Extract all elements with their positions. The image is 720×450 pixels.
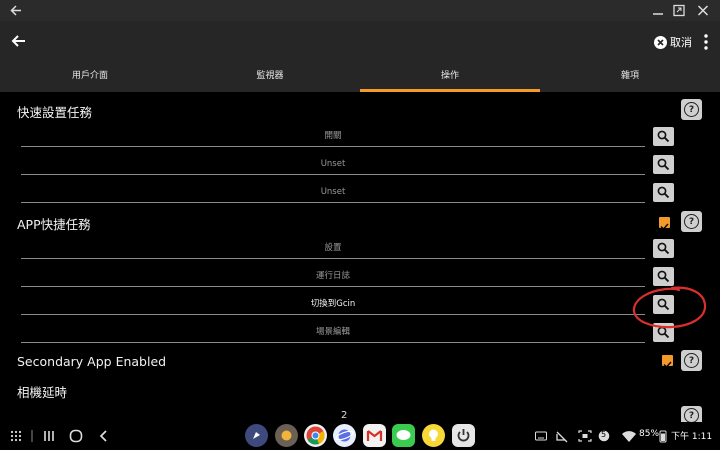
lightbulb-icon[interactable] <box>422 424 445 447</box>
cancel-button[interactable]: 取消 <box>654 33 692 51</box>
sun-app-icon[interactable] <box>275 424 298 447</box>
camera-delay-help-button[interactable]: ? <box>681 406 702 423</box>
tab-monitor[interactable]: 監視器 <box>180 63 360 92</box>
wifi-icon <box>622 431 636 442</box>
more-options-icon[interactable] <box>700 32 712 52</box>
secondary-app-label: Secondary App Enabled <box>17 354 167 369</box>
compass-app-icon[interactable] <box>245 424 268 447</box>
search-icon <box>657 242 670 255</box>
quick-task-2-search-button[interactable] <box>653 155 674 174</box>
app-shortcut-tasks-help-button[interactable]: ? <box>681 211 702 232</box>
help-icon: ? <box>684 102 699 117</box>
search-icon <box>657 326 670 339</box>
checkmark-icon <box>660 223 669 231</box>
back-arrow-icon[interactable] <box>8 30 30 52</box>
secondary-app-help-button[interactable]: ? <box>681 350 702 371</box>
gmail-icon[interactable] <box>363 424 386 447</box>
search-icon <box>657 130 670 143</box>
quick-task-3[interactable]: Unset <box>21 185 645 203</box>
divider-icon <box>31 430 33 442</box>
quick-tasks-help-button[interactable]: ? <box>681 99 702 120</box>
notification-count: 5 <box>601 430 607 439</box>
maximize-icon[interactable] <box>670 2 688 19</box>
minimize-icon[interactable] <box>649 2 667 19</box>
search-icon <box>657 158 670 171</box>
home-icon[interactable] <box>69 426 83 446</box>
battery-percentage: 85% <box>639 429 660 439</box>
app-task-4[interactable]: 場景編輯 <box>21 325 645 343</box>
clock: 下午 1:11 <box>671 432 713 442</box>
search-icon <box>657 186 670 199</box>
app-task-3[interactable]: 切換到Gcin <box>21 297 645 315</box>
system-navigation-bar: 5 85% 下午 1:11 <box>0 422 720 450</box>
help-icon: ? <box>684 408 699 423</box>
back-icon[interactable] <box>98 426 110 446</box>
tab-misc[interactable]: 雜項 <box>540 63 720 92</box>
planet-app-icon[interactable] <box>333 424 356 447</box>
chrome-icon[interactable] <box>304 424 327 447</box>
close-window-icon[interactable] <box>694 2 712 19</box>
app-drawer-icon[interactable] <box>9 426 23 446</box>
help-icon: ? <box>684 214 699 229</box>
line-icon[interactable] <box>392 424 415 447</box>
quick-tasks-title: 快速設置任務 <box>17 105 93 120</box>
app-task-2-search-button[interactable] <box>653 267 674 286</box>
app-bar: 取消 <box>0 21 720 63</box>
app-shortcut-tasks-checkbox[interactable] <box>659 217 670 231</box>
power-app-icon[interactable] <box>452 424 475 447</box>
recent-apps-icon[interactable] <box>42 426 56 446</box>
window-title-bar <box>0 0 720 21</box>
cancel-label: 取消 <box>670 36 692 49</box>
tab-actions[interactable]: 操作 <box>360 63 540 92</box>
quick-task-1-search-button[interactable] <box>653 127 674 146</box>
battery-icon <box>659 430 667 443</box>
app-task-1-search-button[interactable] <box>653 239 674 258</box>
app-task-4-search-button[interactable] <box>653 323 674 342</box>
screen-mirror-off-icon[interactable] <box>555 426 569 446</box>
quick-task-1[interactable]: 開關 <box>21 129 645 147</box>
page-indicator: 2 <box>341 410 348 421</box>
app-shortcut-tasks-title: APP快捷任務 <box>17 217 91 232</box>
window-back-icon[interactable] <box>8 2 26 19</box>
keyboard-icon[interactable] <box>535 426 547 446</box>
app-task-2[interactable]: 運行日誌 <box>21 269 645 287</box>
app-task-1[interactable]: 設置 <box>21 241 645 259</box>
help-icon: ? <box>684 353 699 368</box>
tab-bar: 用戶介面 監視器 操作 雜項 <box>0 63 720 92</box>
tab-user-interface[interactable]: 用戶介面 <box>0 63 180 92</box>
camera-delay-label: 相機延時 <box>17 385 68 400</box>
quick-task-3-search-button[interactable] <box>653 183 674 202</box>
search-icon <box>657 270 670 283</box>
quick-task-2[interactable]: Unset <box>21 157 645 175</box>
secondary-app-checkbox[interactable] <box>662 355 673 369</box>
app-task-3-search-button[interactable] <box>653 295 674 314</box>
close-circle-icon <box>654 35 667 49</box>
search-icon <box>657 298 670 311</box>
screenshot-icon[interactable] <box>578 426 592 446</box>
checkmark-icon <box>663 361 672 369</box>
